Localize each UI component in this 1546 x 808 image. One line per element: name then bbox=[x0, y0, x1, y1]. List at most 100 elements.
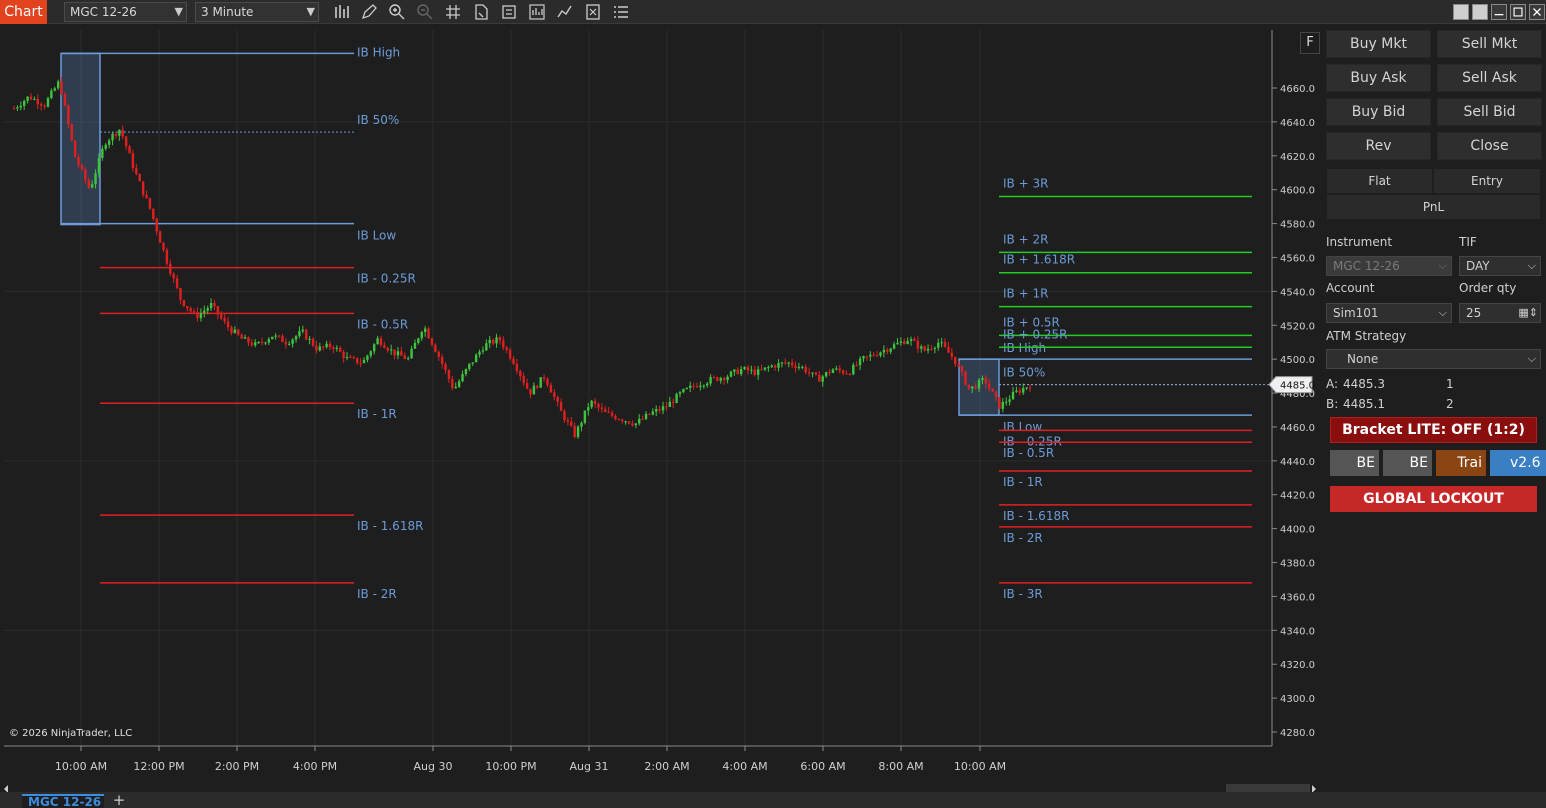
candle-body bbox=[423, 328, 427, 333]
f-button[interactable]: F bbox=[1300, 32, 1320, 54]
current-price-label: 4485.0 bbox=[1280, 381, 1315, 392]
candle-body bbox=[155, 218, 158, 232]
bar-type-icon[interactable] bbox=[333, 3, 351, 21]
reverse-button[interactable]: Rev bbox=[1326, 132, 1431, 160]
sell-ask-button[interactable]: Sell Ask bbox=[1437, 64, 1542, 92]
candle-body bbox=[522, 376, 525, 383]
candle-body bbox=[967, 384, 971, 389]
properties-icon[interactable] bbox=[500, 3, 518, 21]
order-qty-stepper[interactable]: 25 ▦⇕ bbox=[1459, 303, 1541, 323]
account-select[interactable]: Sim101 ⌵ bbox=[1326, 303, 1452, 323]
window-button-1[interactable] bbox=[1453, 4, 1469, 20]
indicators-icon[interactable] bbox=[528, 3, 546, 21]
window-button-2[interactable] bbox=[1472, 4, 1488, 20]
candle-body bbox=[209, 303, 213, 309]
tab-mgc[interactable]: MGC 12-26 bbox=[22, 794, 104, 808]
candle-body bbox=[376, 338, 379, 345]
x-tick-label: 12:00 PM bbox=[133, 760, 184, 773]
minimize-icon[interactable] bbox=[1491, 4, 1507, 20]
breakeven-button-1[interactable]: BE bbox=[1330, 450, 1379, 476]
candle-body bbox=[277, 335, 281, 337]
candle-body bbox=[410, 348, 413, 359]
bracket-toggle-button[interactable]: Bracket LITE: OFF (1:2) bbox=[1330, 417, 1537, 443]
add-tab-button[interactable]: + bbox=[110, 793, 128, 808]
candle-body bbox=[539, 377, 542, 388]
candle-body bbox=[196, 311, 199, 319]
sell-market-button[interactable]: Sell Mkt bbox=[1437, 30, 1542, 58]
maximize-icon[interactable] bbox=[1510, 4, 1526, 20]
order-qty-value: 25 bbox=[1466, 306, 1482, 320]
candle-body bbox=[777, 363, 780, 368]
x-tick-label: 8:00 AM bbox=[878, 760, 923, 773]
buy-bid-button[interactable]: Buy Bid bbox=[1326, 98, 1431, 126]
pencil-icon[interactable] bbox=[360, 3, 378, 21]
breakeven-button-2[interactable]: BE bbox=[1383, 450, 1432, 476]
strategies-icon[interactable] bbox=[556, 3, 574, 21]
candle-body bbox=[994, 391, 998, 398]
interval-selector[interactable]: 3 Minute ▼ bbox=[195, 2, 319, 22]
candle-body bbox=[964, 371, 967, 385]
atm-strategy-label: ATM Strategy bbox=[1326, 329, 1407, 343]
candle-body bbox=[916, 340, 920, 349]
y-tick-label: 4420.0 bbox=[1280, 491, 1315, 502]
instrument-selector[interactable]: MGC 12-26 ▼ bbox=[64, 2, 187, 22]
trail-button[interactable]: Trai bbox=[1436, 450, 1486, 476]
candle-body bbox=[298, 331, 301, 337]
global-lockout-button[interactable]: GLOBAL LOCKOUT bbox=[1330, 486, 1537, 512]
chart-tab[interactable]: Chart bbox=[0, 0, 47, 24]
candle-body bbox=[930, 348, 933, 350]
crosshair-icon[interactable] bbox=[444, 3, 462, 21]
candle-body bbox=[678, 392, 682, 394]
x-tick-label: 2:00 PM bbox=[215, 760, 259, 773]
y-tick-label: 4360.0 bbox=[1280, 592, 1315, 603]
candle-body bbox=[729, 371, 733, 377]
candle-body bbox=[386, 347, 389, 351]
candle-body bbox=[305, 329, 308, 340]
y-tick-label: 4560.0 bbox=[1280, 253, 1315, 264]
list-icon[interactable] bbox=[612, 3, 630, 21]
sell-bid-button[interactable]: Sell Bid bbox=[1437, 98, 1542, 126]
price-chart[interactable]: 4660.0 4640.0 4620.0 4600.0 4580.0 4560.0 4540… bbox=[4, 30, 1320, 780]
candle-body bbox=[175, 278, 179, 289]
version-button[interactable]: v2.6 bbox=[1490, 450, 1546, 476]
candle-body bbox=[369, 351, 372, 356]
candle-body bbox=[349, 356, 352, 358]
candle-body bbox=[474, 354, 478, 363]
candle-body bbox=[328, 343, 332, 348]
candle-body bbox=[862, 356, 865, 359]
buy-market-button[interactable]: Buy Mkt bbox=[1326, 30, 1431, 58]
data-box-icon[interactable] bbox=[472, 3, 490, 21]
candle-body bbox=[991, 388, 994, 392]
atm-strategy-select[interactable]: None ⌵ bbox=[1326, 349, 1541, 369]
close-position-button[interactable]: Close bbox=[1437, 132, 1542, 160]
candle-body bbox=[26, 96, 29, 101]
candle-body bbox=[984, 378, 988, 384]
y-tick-label: 4620.0 bbox=[1280, 152, 1315, 163]
y-tick-label: 4400.0 bbox=[1280, 525, 1315, 536]
chart-panel[interactable]: 4660.0 4640.0 4620.0 4600.0 4580.0 4560.0 4540… bbox=[4, 30, 1320, 780]
candle-body bbox=[53, 88, 56, 91]
candle-body bbox=[393, 349, 396, 356]
stepper-icon[interactable]: ▦⇕ bbox=[1518, 304, 1538, 322]
candle-body bbox=[250, 342, 254, 346]
close-icon[interactable] bbox=[1529, 4, 1545, 20]
instrument-field: MGC 12-26 ⌵ bbox=[1326, 256, 1452, 276]
candle-body bbox=[60, 81, 63, 95]
candle-body bbox=[627, 421, 631, 424]
candle-body bbox=[254, 342, 257, 346]
candle-body bbox=[665, 406, 668, 408]
horizontal-scrollbar[interactable] bbox=[0, 780, 1320, 795]
tif-select[interactable]: DAY ⌵ bbox=[1459, 256, 1541, 276]
candle-body bbox=[107, 140, 111, 145]
zoom-out-icon[interactable] bbox=[416, 3, 434, 21]
candle-body bbox=[50, 90, 53, 99]
candle-body bbox=[213, 303, 216, 307]
zoom-in-icon[interactable] bbox=[388, 3, 406, 21]
templates-icon[interactable] bbox=[584, 3, 602, 21]
buy-ask-button[interactable]: Buy Ask bbox=[1326, 64, 1431, 92]
candle-body bbox=[760, 369, 763, 371]
candle-body bbox=[94, 173, 97, 185]
instrument-field-value: MGC 12-26 bbox=[1333, 259, 1400, 273]
candle-body bbox=[971, 386, 974, 389]
candle-body bbox=[804, 366, 807, 373]
